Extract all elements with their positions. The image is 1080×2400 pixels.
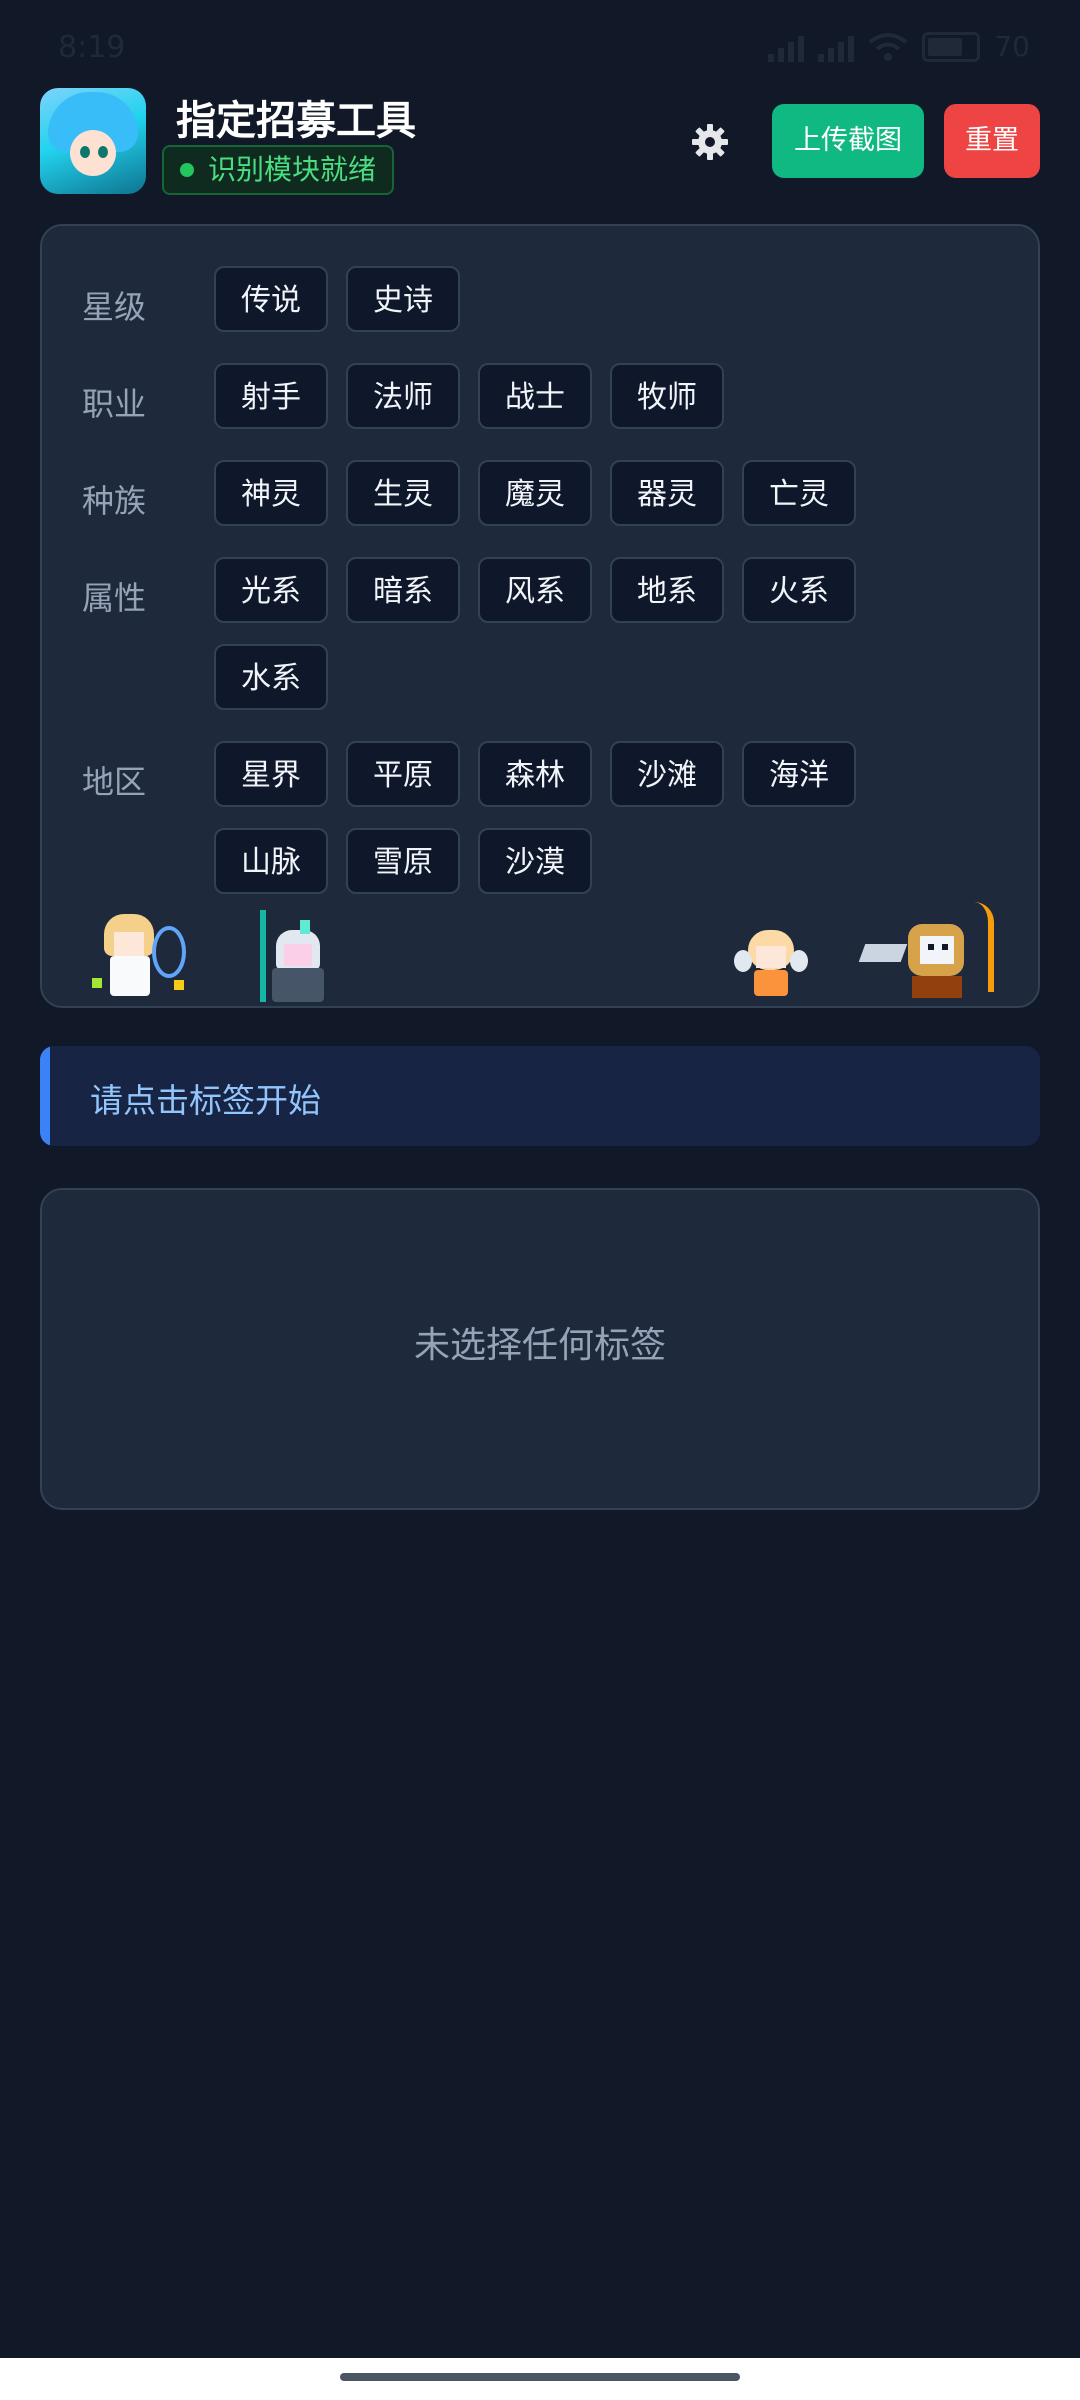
- category-tags: 神灵 生灵 魔灵 器灵 亡灵: [214, 460, 914, 526]
- tag-button[interactable]: 水系: [214, 644, 328, 710]
- tag-button[interactable]: 亡灵: [742, 460, 856, 526]
- upload-screenshot-button[interactable]: 上传截图: [772, 104, 924, 178]
- tag-button[interactable]: 雪原: [346, 828, 460, 894]
- tag-button[interactable]: 神灵: [214, 460, 328, 526]
- status-indicators: 70: [768, 30, 1030, 63]
- hint-bar: 请点击标签开始: [40, 1046, 1040, 1146]
- tag-button[interactable]: 森林: [478, 741, 592, 807]
- tag-button[interactable]: 火系: [742, 557, 856, 623]
- tag-button[interactable]: 沙漠: [478, 828, 592, 894]
- tag-button[interactable]: 史诗: [346, 266, 460, 332]
- settings-button[interactable]: [680, 112, 740, 172]
- home-indicator[interactable]: [340, 2373, 740, 2381]
- category-label: 职业: [82, 385, 147, 423]
- category-label: 种族: [82, 482, 147, 520]
- app-avatar: [40, 88, 146, 194]
- page-title: 指定招募工具: [176, 98, 416, 144]
- tag-button[interactable]: 器灵: [610, 460, 724, 526]
- signal-icon: [768, 32, 805, 62]
- category-tags: 星界 平原 森林 沙滩 海洋 山脉 雪原 沙漠: [214, 741, 914, 894]
- status-time: 8:19: [58, 30, 126, 65]
- tag-button[interactable]: 牧师: [610, 363, 724, 429]
- category-label: 星级: [82, 288, 147, 326]
- category-label: 地区: [82, 763, 147, 801]
- category-label: 属性: [82, 579, 147, 617]
- battery-level: 70: [994, 30, 1030, 63]
- status-bar: 8:19 70: [0, 0, 1080, 96]
- status-dot-icon: [180, 163, 194, 177]
- battery-icon: [922, 31, 981, 62]
- status-badge: 识别模块就绪: [162, 145, 395, 195]
- reset-button[interactable]: 重置: [944, 104, 1040, 178]
- tag-button[interactable]: 山脉: [214, 828, 328, 894]
- tag-button[interactable]: 地系: [610, 557, 724, 623]
- empty-state-text: 未选择任何标签: [413, 1325, 666, 1366]
- tag-button[interactable]: 法师: [346, 363, 460, 429]
- wifi-icon: [869, 32, 908, 61]
- category-tags: 射手 法师 战士 牧师: [214, 363, 914, 429]
- tag-button[interactable]: 风系: [478, 557, 592, 623]
- gear-icon: [692, 124, 728, 160]
- tag-button[interactable]: 射手: [214, 363, 328, 429]
- tag-button[interactable]: 生灵: [346, 460, 460, 526]
- pixel-character-sprite: [250, 910, 350, 1006]
- app-header: 指定招募工具 识别模块就绪 上传截图 重置: [40, 88, 1040, 198]
- pixel-character-sprite: [858, 902, 1012, 1006]
- category-tags: 传说 史诗: [214, 266, 914, 332]
- status-badge-text: 识别模块就绪: [208, 153, 377, 186]
- tag-button[interactable]: 星界: [214, 741, 328, 807]
- tag-button[interactable]: 传说: [214, 266, 328, 332]
- category-tags: 光系 暗系 风系 地系 火系 水系: [214, 557, 914, 710]
- hint-accent-bar: [40, 1046, 50, 1146]
- tag-button[interactable]: 光系: [214, 557, 328, 623]
- tag-button[interactable]: 魔灵: [478, 460, 592, 526]
- tag-button[interactable]: 平原: [346, 741, 460, 807]
- tag-button[interactable]: 沙滩: [610, 741, 724, 807]
- hint-text: 请点击标签开始: [90, 1081, 321, 1120]
- signal-icon: [818, 32, 855, 62]
- pixel-character-sprite: [82, 906, 192, 1006]
- tag-button[interactable]: 暗系: [346, 557, 460, 623]
- tag-button[interactable]: 海洋: [742, 741, 856, 807]
- tag-button[interactable]: 战士: [478, 363, 592, 429]
- selected-tags-panel: 未选择任何标签: [40, 1188, 1040, 1510]
- pixel-character-sprite: [730, 920, 816, 1006]
- tag-panel: 星级 传说 史诗 职业 射手 法师 战士 牧师 种族 神灵 生灵 魔灵 器灵 亡…: [40, 224, 1040, 1008]
